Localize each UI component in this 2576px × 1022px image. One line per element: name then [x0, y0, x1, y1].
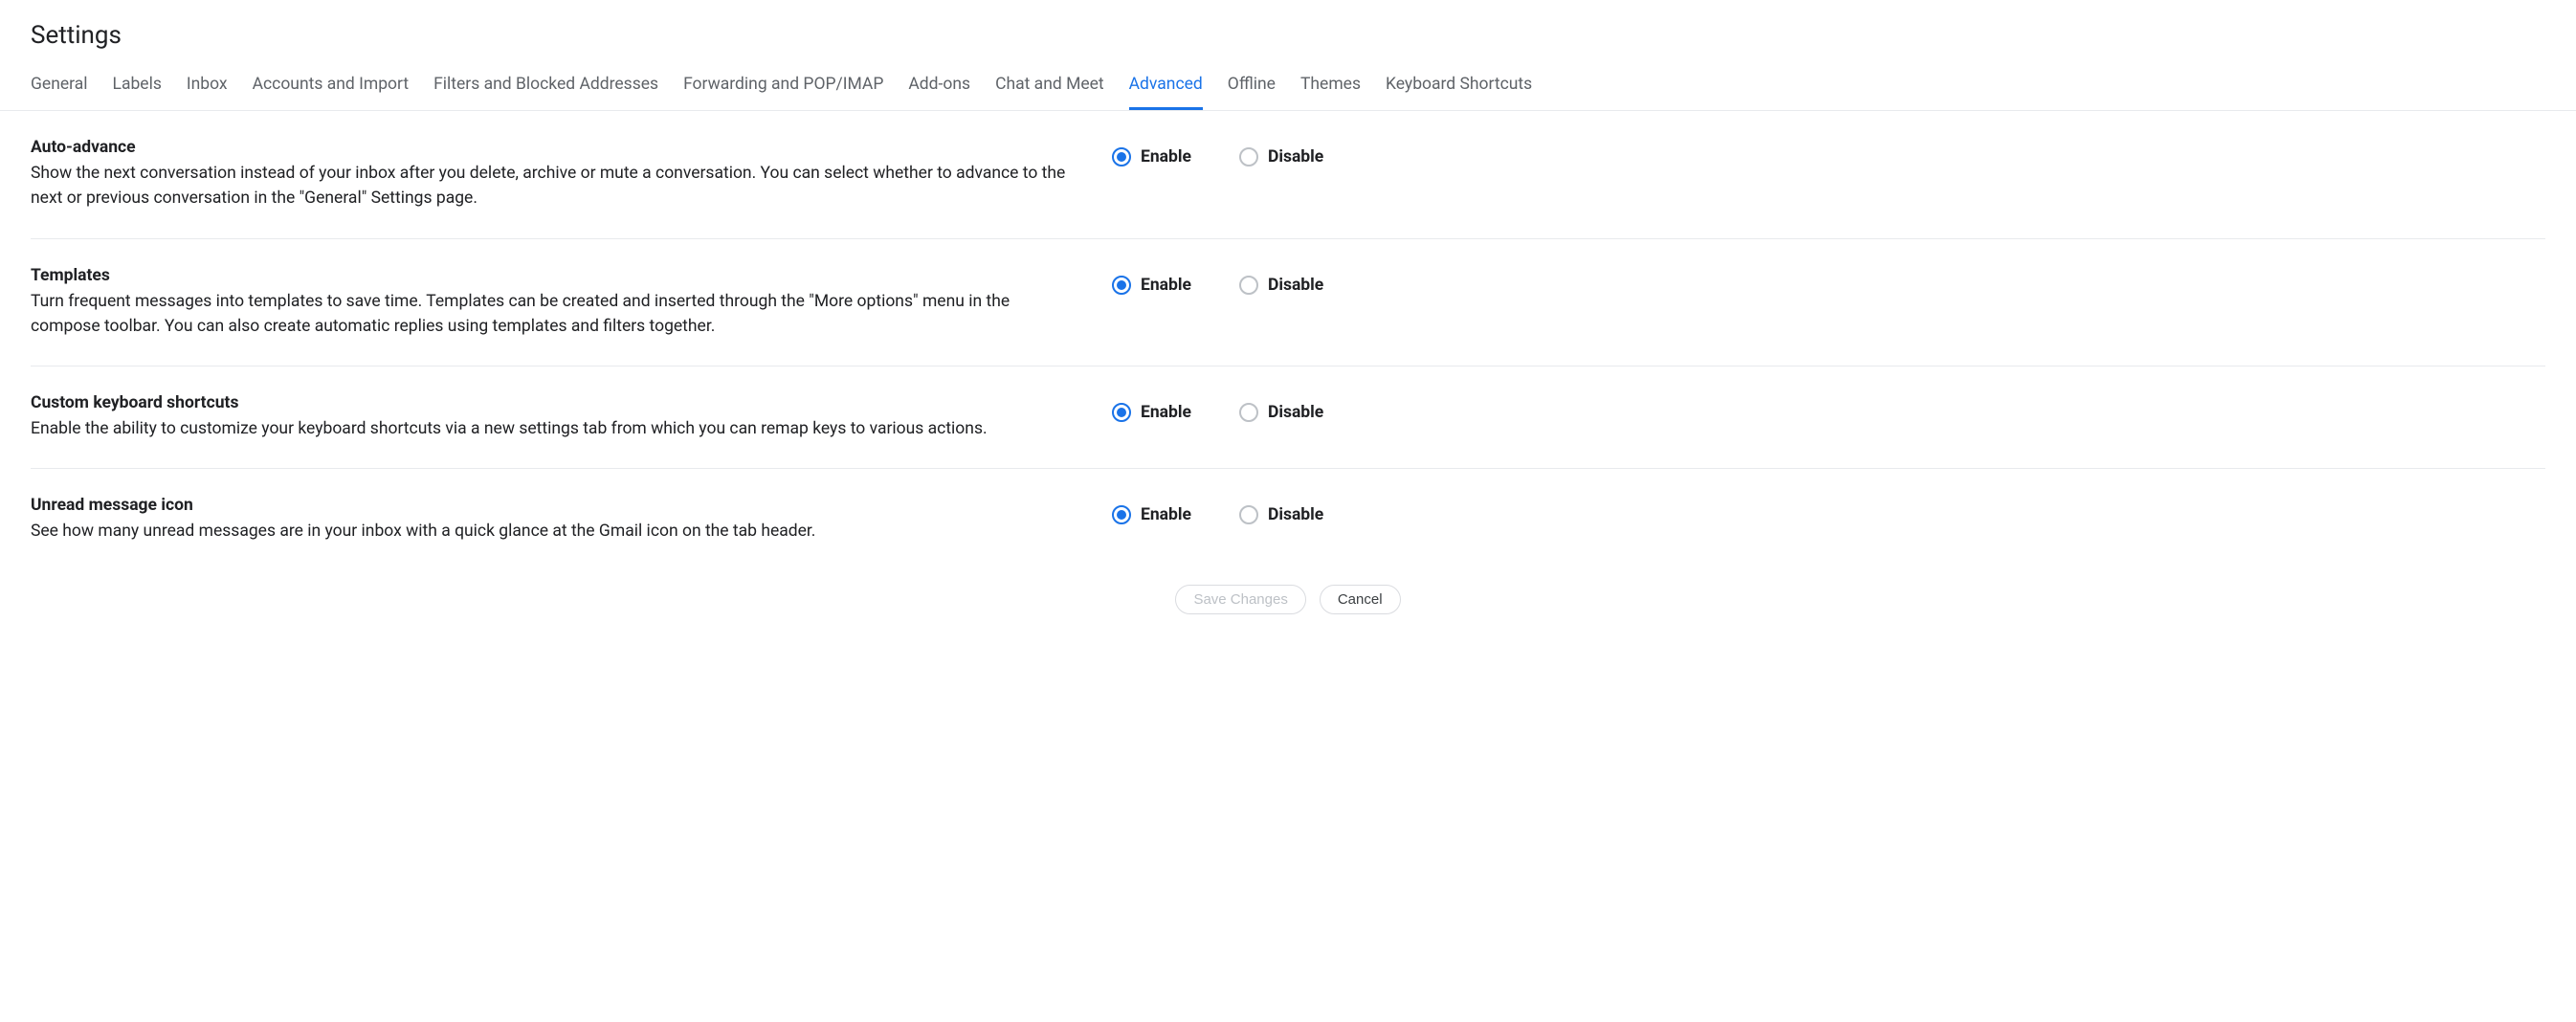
setting-controls: Enable Disable — [1112, 138, 1323, 167]
setting-text: Custom keyboard shortcuts Enable the abil… — [31, 393, 1074, 441]
setting-controls: Enable Disable — [1112, 266, 1323, 295]
tab-chat[interactable]: Chat and Meet — [995, 63, 1104, 110]
setting-description: Turn frequent messages into templates to… — [31, 289, 1074, 340]
setting-controls: Enable Disable — [1112, 496, 1323, 524]
setting-description: Show the next conversation instead of yo… — [31, 161, 1074, 211]
radio-label: Enable — [1141, 403, 1191, 422]
radio-enable-templates[interactable]: Enable — [1112, 276, 1191, 295]
radio-icon — [1239, 147, 1258, 167]
radio-enable-custom-keyboard-shortcuts[interactable]: Enable — [1112, 403, 1191, 422]
radio-enable-auto-advance[interactable]: Enable — [1112, 147, 1191, 167]
radio-disable-custom-keyboard-shortcuts[interactable]: Disable — [1239, 403, 1323, 422]
radio-icon — [1112, 403, 1131, 422]
tab-offline[interactable]: Offline — [1228, 63, 1276, 110]
setting-text: Unread message icon See how many unread m… — [31, 496, 1074, 544]
setting-title: Templates — [31, 266, 1074, 285]
radio-label: Disable — [1268, 147, 1323, 167]
setting-title: Unread message icon — [31, 496, 1074, 515]
tab-addons[interactable]: Add-ons — [908, 63, 970, 110]
tab-inbox[interactable]: Inbox — [187, 63, 228, 110]
settings-body: Auto-advance Show the next conversation i… — [0, 111, 2576, 571]
radio-enable-unread-message-icon[interactable]: Enable — [1112, 505, 1191, 524]
setting-title: Custom keyboard shortcuts — [31, 393, 1074, 412]
radio-label: Enable — [1141, 276, 1191, 295]
save-changes-button[interactable]: Save Changes — [1175, 585, 1305, 614]
settings-page: Settings General Labels Inbox Accounts and … — [0, 0, 2576, 633]
tab-themes[interactable]: Themes — [1300, 63, 1361, 110]
tab-labels[interactable]: Labels — [113, 63, 162, 110]
cancel-button[interactable]: Cancel — [1320, 585, 1401, 614]
setting-row-templates: Templates Turn frequent messages into tem… — [31, 239, 2545, 367]
action-bar: Save Changes Cancel — [0, 571, 2576, 633]
radio-icon — [1239, 505, 1258, 524]
setting-text: Templates Turn frequent messages into tem… — [31, 266, 1074, 340]
setting-row-custom-keyboard-shortcuts: Custom keyboard shortcuts Enable the abil… — [31, 367, 2545, 469]
tab-filters[interactable]: Filters and Blocked Addresses — [433, 63, 658, 110]
radio-disable-templates[interactable]: Disable — [1239, 276, 1323, 295]
tab-advanced[interactable]: Advanced — [1129, 63, 1203, 110]
setting-controls: Enable Disable — [1112, 393, 1323, 422]
radio-disable-auto-advance[interactable]: Disable — [1239, 147, 1323, 167]
tab-forwarding[interactable]: Forwarding and POP/IMAP — [683, 63, 883, 110]
tab-general[interactable]: General — [31, 63, 88, 110]
settings-tabs: General Labels Inbox Accounts and Import Fil… — [0, 63, 2576, 111]
setting-description: Enable the ability to customize your key… — [31, 416, 1074, 441]
radio-label: Disable — [1268, 403, 1323, 422]
radio-icon — [1112, 276, 1131, 295]
radio-icon — [1239, 276, 1258, 295]
radio-label: Disable — [1268, 276, 1323, 295]
radio-disable-unread-message-icon[interactable]: Disable — [1239, 505, 1323, 524]
setting-row-unread-message-icon: Unread message icon See how many unread m… — [31, 469, 2545, 570]
radio-icon — [1112, 147, 1131, 167]
radio-label: Enable — [1141, 147, 1191, 167]
page-header: Settings — [0, 0, 2576, 63]
setting-description: See how many unread messages are in your… — [31, 519, 1074, 544]
tab-accounts[interactable]: Accounts and Import — [253, 63, 410, 110]
tab-shortcuts[interactable]: Keyboard Shortcuts — [1386, 63, 1532, 110]
radio-label: Enable — [1141, 505, 1191, 524]
setting-title: Auto-advance — [31, 138, 1074, 157]
radio-label: Disable — [1268, 505, 1323, 524]
radio-icon — [1112, 505, 1131, 524]
setting-row-auto-advance: Auto-advance Show the next conversation i… — [31, 111, 2545, 239]
setting-text: Auto-advance Show the next conversation i… — [31, 138, 1074, 211]
page-title: Settings — [31, 21, 2545, 50]
radio-icon — [1239, 403, 1258, 422]
